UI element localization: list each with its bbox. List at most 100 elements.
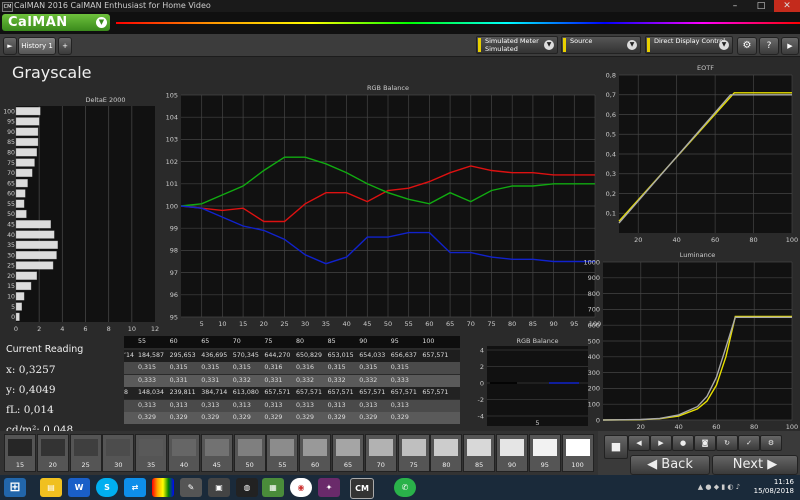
table-cell: 0,329 [201, 414, 220, 421]
y-tick-label: 96 [170, 291, 178, 299]
calman-taskbar-icon[interactable]: CM [350, 478, 374, 499]
table-cell: 0,313 [201, 401, 220, 409]
dark-app-icon[interactable]: ◍ [236, 478, 258, 497]
swatch-20[interactable]: 20 [36, 434, 69, 472]
settings-icon[interactable]: ⚙ [760, 435, 782, 451]
x-tick-label: 10 [128, 325, 136, 333]
stop-icon[interactable]: ■ [604, 435, 628, 459]
y-tick-label: 75 [7, 160, 15, 167]
x-tick-label: 60 [712, 423, 720, 431]
swatch-75[interactable]: 75 [397, 434, 430, 472]
refresh-icon[interactable]: ↻ [716, 435, 738, 451]
swatch-15[interactable]: 15 [4, 434, 36, 472]
x-tick-label: 75 [487, 320, 495, 328]
swatch-50[interactable]: 50 [233, 434, 266, 472]
y-tick-label: 101 [166, 180, 178, 188]
swatch-35[interactable]: 35 [135, 434, 168, 472]
y-tick-label: 97 [170, 269, 178, 277]
teamviewer-icon[interactable]: ⇄ [124, 478, 146, 497]
swatch-80[interactable]: 80 [430, 434, 463, 472]
table-cell: 8 [124, 389, 129, 397]
table-cell: 0,315 [327, 364, 346, 372]
camera-icon[interactable]: ◙ [694, 435, 716, 451]
swatch-100[interactable]: 100 [561, 434, 594, 472]
table-cell: 0,313 [327, 401, 346, 409]
swatch-label: 15 [15, 461, 25, 469]
step-back-icon[interactable]: ◀ [628, 435, 650, 451]
next-button[interactable]: Next ▶ [712, 455, 798, 475]
swatch-55[interactable]: 55 [266, 434, 299, 472]
x-tick-label: 2 [37, 325, 41, 333]
photo-icon[interactable]: ▣ [208, 478, 230, 497]
luminance-chart: Luminance1000900800700600500400300200100… [583, 251, 798, 431]
taskbar: ⊞ ▤ W S ⇄ ✎ ▣ ◍ ▦ ◉ ✦ CM ✆ ▲ ● ◆ ▮ ◐ ♪ 1… [0, 475, 800, 500]
table-cell: 657,571 [264, 389, 291, 397]
swatch-70[interactable]: 70 [364, 434, 397, 472]
table-cell: 0,331 [201, 376, 220, 384]
y-tick-label: 0 [11, 314, 15, 321]
table-row: 8 148,034 239,811 384,714 613,080 657,571 657,… [124, 387, 460, 400]
swatch-90[interactable]: 90 [496, 434, 528, 472]
x-tick-label: 4 [60, 325, 64, 333]
paint-icon[interactable]: ✎ [180, 478, 202, 497]
swatch-40[interactable]: 40 [168, 434, 200, 472]
swatch-60[interactable]: 60 [299, 434, 332, 472]
y-tick-label: 15 [7, 283, 15, 290]
start-button[interactable]: ⊞ [4, 478, 26, 497]
column-header: 75 [264, 338, 273, 345]
record-icon[interactable]: ● [672, 435, 694, 451]
whatsapp-icon[interactable]: ✆ [394, 478, 416, 497]
swatch-65[interactable]: 65 [332, 434, 364, 472]
x-tick-label: 12 [151, 325, 159, 333]
y-tick-label: 5 [11, 304, 15, 311]
x-tick-label: 5 [200, 320, 204, 328]
app-icon[interactable]: ▦ [262, 478, 284, 497]
bar [15, 292, 25, 301]
bar [15, 137, 39, 147]
swatch-label: 70 [376, 461, 385, 469]
y-tick-label: 100 [3, 108, 15, 115]
chart-title: Luminance [680, 251, 716, 259]
y-tick-label: 200 [588, 385, 600, 393]
table-cell: 657,571 [327, 389, 354, 397]
x-tick-label: 45 [363, 320, 371, 328]
check-icon[interactable]: ✓ [738, 435, 760, 451]
swatch-45[interactable]: 45 [200, 434, 233, 472]
table-cell: 0,315 [390, 364, 409, 372]
swatch-95[interactable]: 95 [528, 434, 561, 472]
swatch-chip [434, 439, 459, 456]
bar [15, 189, 26, 198]
table-cell: 184,587 [138, 352, 165, 359]
swatch-chip [565, 439, 590, 456]
swatch-chip [106, 439, 131, 456]
chart-title: RGB Balance [367, 84, 409, 92]
y-tick-label: 100 [588, 401, 600, 409]
x-tick-label: 100 [786, 236, 798, 244]
swatch-85[interactable]: 85 [463, 434, 496, 472]
back-button[interactable]: ◀ Back [630, 455, 710, 475]
swatch-label: 50 [245, 461, 254, 469]
column-header: 60 [169, 338, 178, 345]
reading-x: x: 0,3257 [6, 364, 56, 376]
file-explorer-icon[interactable]: ▤ [40, 478, 62, 497]
x-tick-label: 95 [570, 320, 578, 328]
swatch-label: 30 [114, 461, 123, 469]
y-tick-label: 103 [166, 136, 178, 144]
chrome-icon[interactable]: ◉ [290, 478, 312, 497]
word-icon[interactable]: W [68, 478, 90, 497]
table-cell: 650,829 [296, 352, 323, 359]
column-header: 100 [422, 338, 435, 345]
x-tick-label: 70 [467, 320, 475, 328]
x-tick-label: 50 [384, 320, 392, 328]
swatch-30[interactable]: 30 [102, 434, 135, 472]
color-bars-icon[interactable] [152, 478, 174, 497]
play-icon[interactable]: ▶ [650, 435, 672, 451]
x-tick-label: 40 [342, 320, 350, 328]
swatch-label: 35 [147, 461, 156, 469]
chart-title: DeltaE 2000 [85, 96, 125, 104]
table-cell: 657,571 [390, 389, 417, 397]
x-tick-label: 60 [711, 236, 719, 244]
swatch-25[interactable]: 25 [69, 434, 102, 472]
media-icon[interactable]: ✦ [318, 478, 340, 497]
skype-icon[interactable]: S [96, 478, 118, 497]
